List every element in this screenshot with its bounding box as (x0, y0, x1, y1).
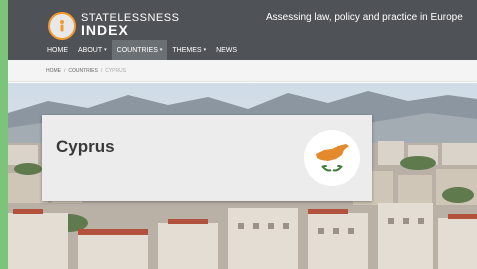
nav-item-themes[interactable]: THEMES ▾ (167, 40, 211, 60)
nav-item-news[interactable]: NEWS (211, 40, 242, 60)
nav-label: THEMES (172, 46, 202, 54)
nav-item-countries[interactable]: COUNTRIES ▾ (111, 40, 168, 60)
nav-label: HOME (47, 46, 68, 54)
nav-item-about[interactable]: ABOUT ▾ (73, 40, 112, 60)
nav-label: ABOUT (78, 46, 103, 54)
country-title: Cyprus (56, 137, 115, 156)
breadcrumb: HOME / COUNTRIES / CYPRUS (8, 60, 477, 82)
nav-label: NEWS (216, 46, 238, 54)
breadcrumb-home[interactable]: HOME (46, 68, 61, 74)
breadcrumb-separator: / (100, 67, 103, 74)
site-tagline: Assessing law, policy and practice in Eu… (266, 12, 463, 23)
site-header: STATELESSNESS INDEX Assessing law, polic… (8, 0, 477, 40)
breadcrumb-separator: / (64, 67, 66, 74)
breadcrumb-current: CYPRUS (105, 67, 127, 74)
page: STATELESSNESS INDEX Assessing law, polic… (8, 0, 477, 269)
nav-label: COUNTRIES (116, 46, 158, 54)
chevron-down-icon: ▾ (104, 47, 107, 53)
country-card: Cyprus (42, 115, 372, 201)
chevron-down-icon: ▾ (203, 47, 207, 53)
brand-name-bottom[interactable]: INDEX (81, 23, 129, 38)
statelessness-logo-icon[interactable] (48, 12, 76, 40)
nav-item-home[interactable]: HOME (42, 40, 73, 60)
main-nav: HOME ABOUT ▾ COUNTRIES ▾ THEMES ▾ NEWS (8, 40, 477, 60)
cyprus-flag-icon (304, 130, 360, 186)
chevron-down-icon: ▾ (159, 47, 163, 53)
breadcrumb-countries[interactable]: COUNTRIES (68, 68, 97, 74)
